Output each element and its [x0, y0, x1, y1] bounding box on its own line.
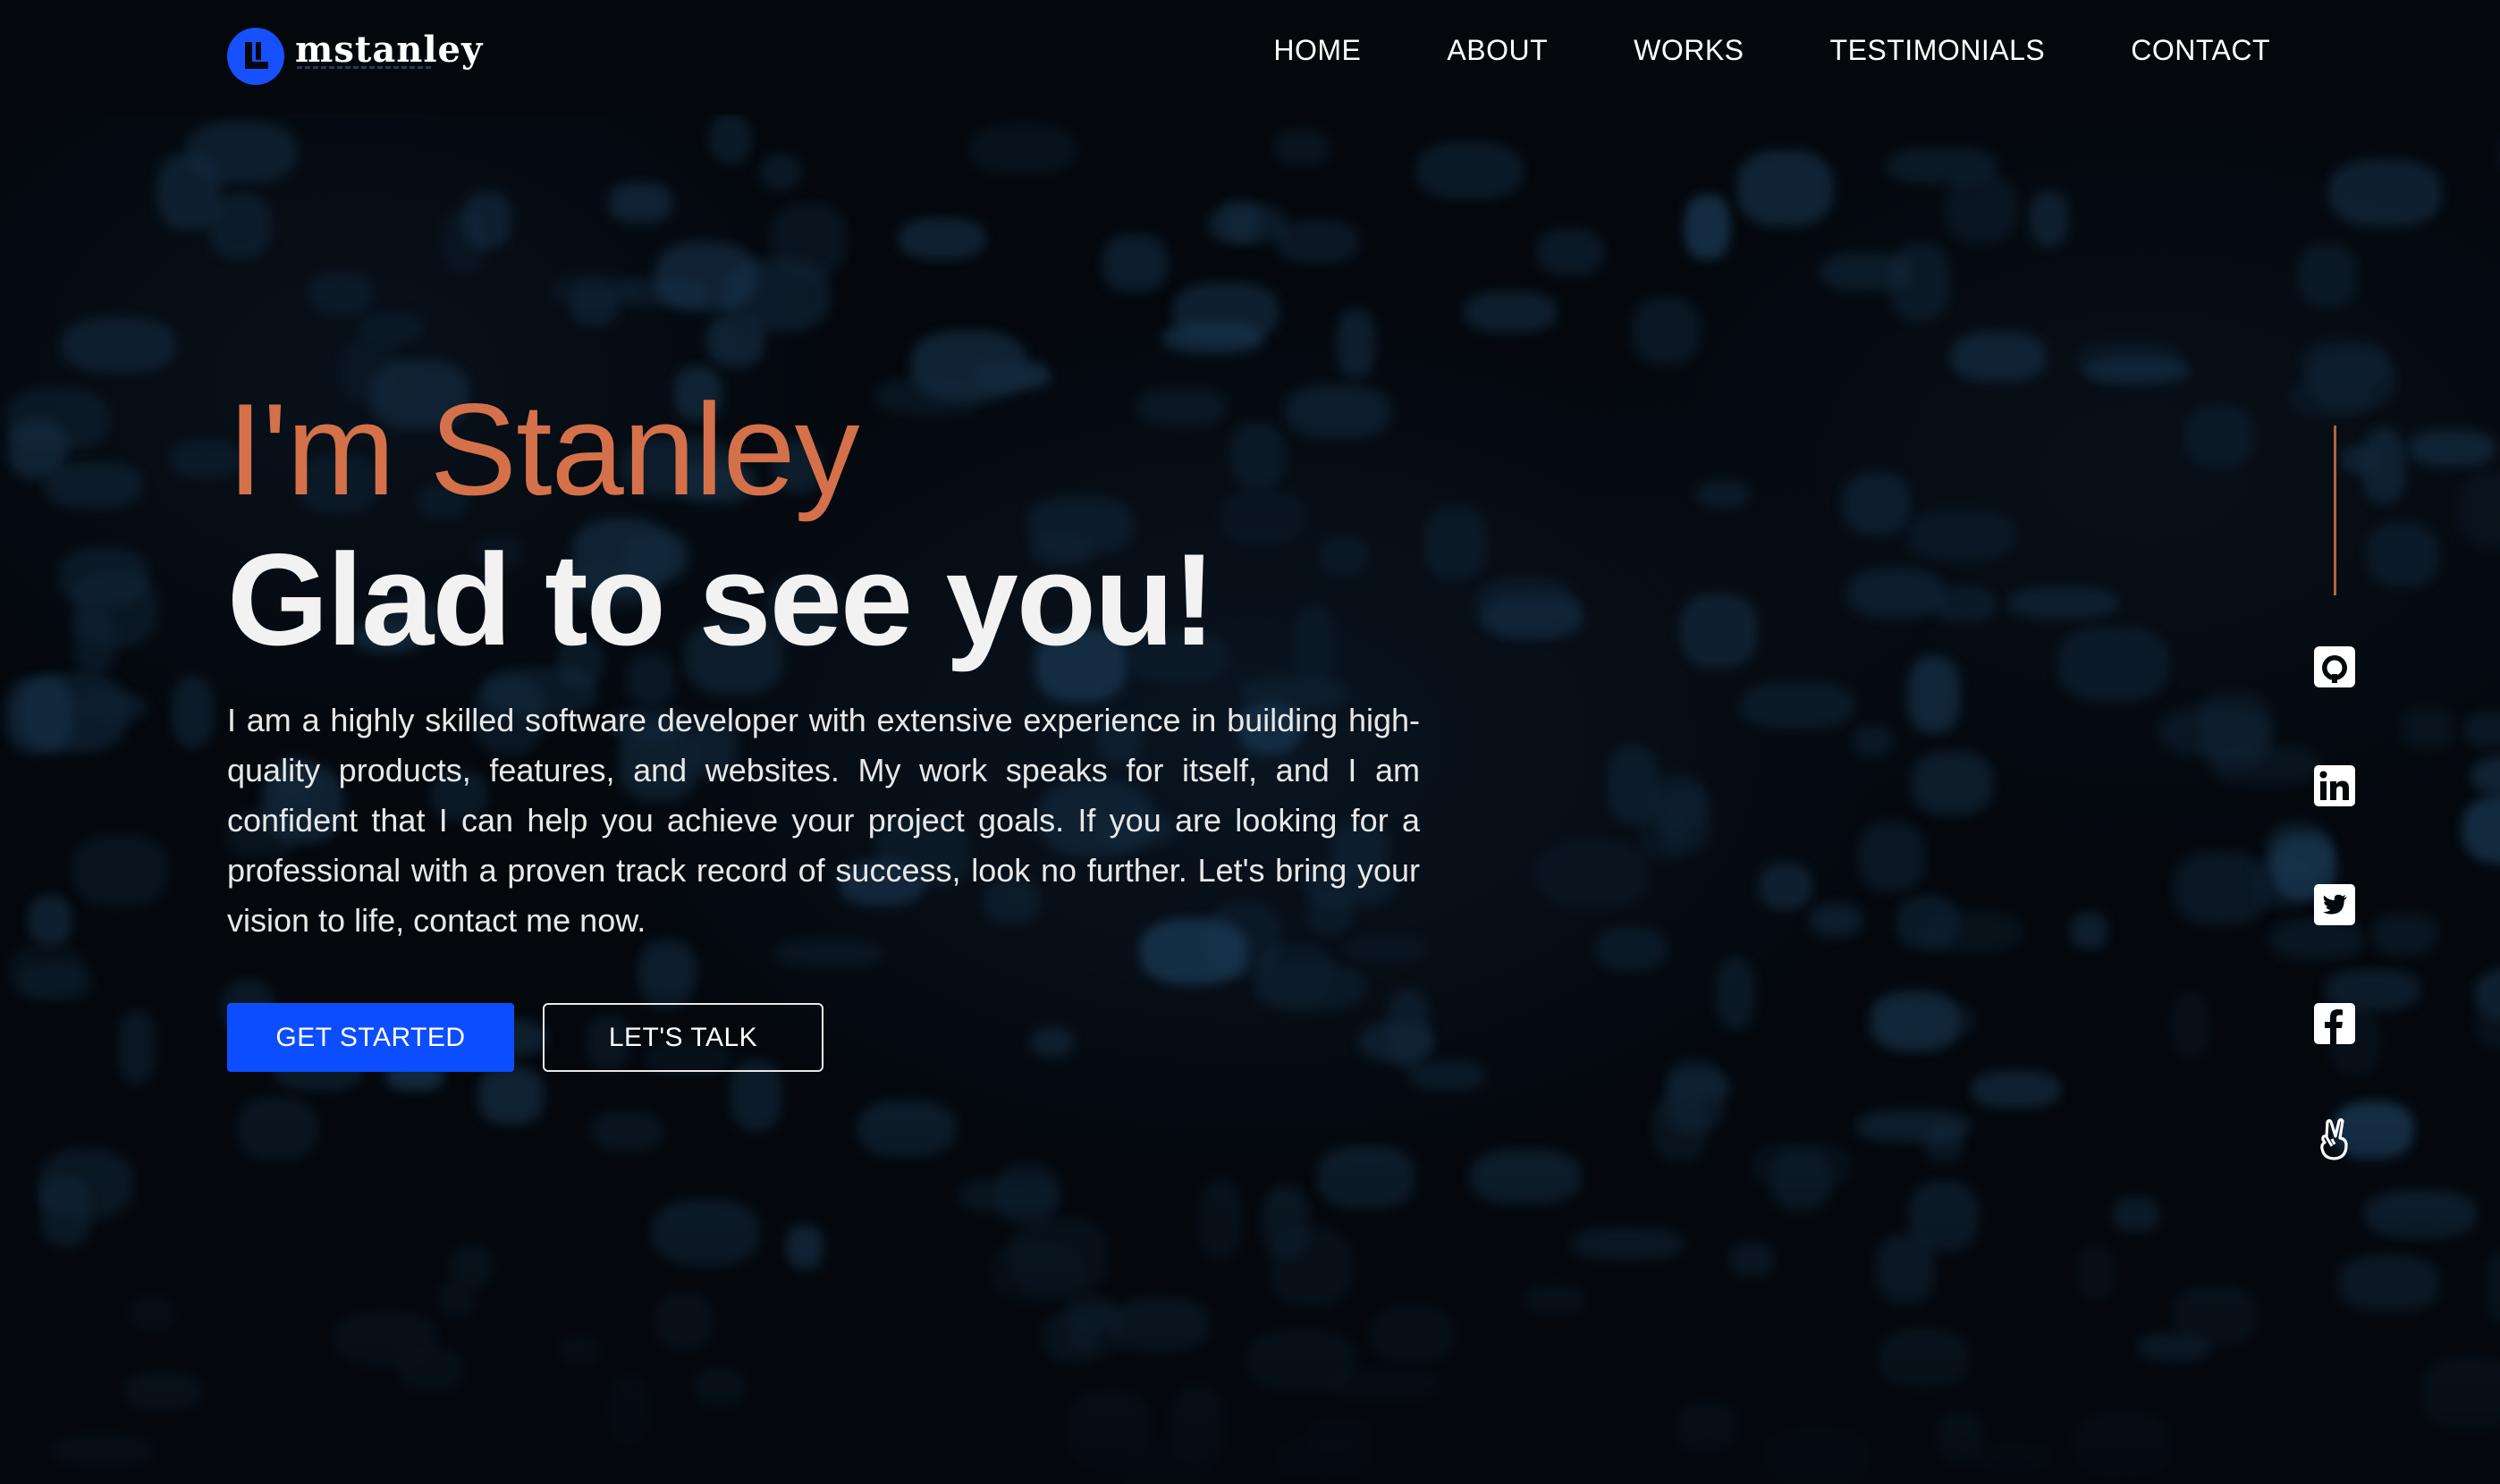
page: mstanley HOME ABOUT WORKS TESTIMONIALS C… — [0, 0, 2500, 1484]
hero-title: Glad to see you! — [227, 527, 1216, 672]
get-started-button[interactable]: GET STARTED — [227, 1003, 514, 1072]
social-rail-divider — [2334, 426, 2336, 595]
twitter-icon[interactable] — [2312, 882, 2357, 927]
linkedin-icon[interactable] — [2312, 763, 2357, 808]
nav-works[interactable]: WORKS — [1634, 34, 1744, 67]
nav-contact[interactable]: CONTACT — [2131, 34, 2270, 67]
hero-buttons: GET STARTED LET'S TALK — [227, 1003, 823, 1072]
logo[interactable]: mstanley — [227, 25, 483, 88]
nav-about[interactable]: ABOUT — [1447, 34, 1548, 67]
nav-testimonials[interactable]: TESTIMONIALS — [1830, 34, 2046, 67]
hero-description: I am a highly skilled software developer… — [227, 702, 1420, 939]
nav-home[interactable]: HOME — [1273, 34, 1361, 67]
main-nav: HOME ABOUT WORKS TESTIMONIALS CONTACT — [1187, 34, 2270, 67]
angellist-icon[interactable] — [2312, 1117, 2357, 1162]
hero-intro: I'm Stanley — [227, 376, 860, 522]
logo-text: mstanley — [295, 28, 484, 71]
github-icon[interactable] — [2312, 645, 2357, 689]
lets-talk-button[interactable]: LET'S TALK — [543, 1003, 823, 1072]
logo-mark-icon — [227, 28, 284, 85]
site-header: mstanley HOME ABOUT WORKS TESTIMONIALS C… — [0, 0, 2500, 114]
logo-tagline — [297, 66, 431, 69]
facebook-icon[interactable] — [2312, 1001, 2357, 1046]
hero-section: I'm Stanley Glad to see you! I am a high… — [227, 384, 1443, 946]
